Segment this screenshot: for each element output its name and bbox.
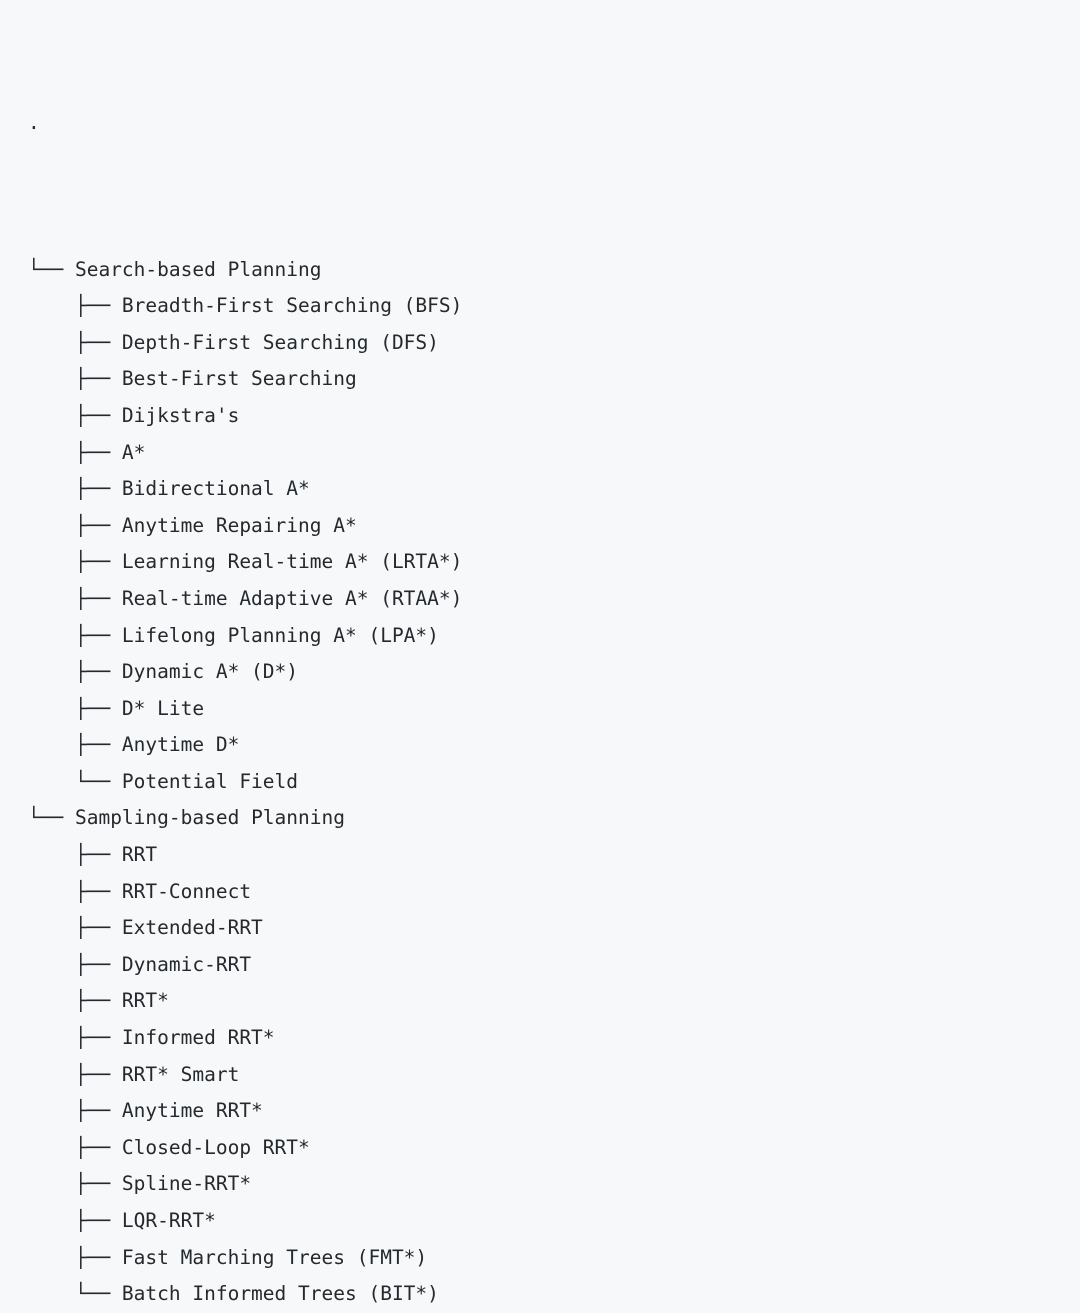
tree-tee-connector-icon: ├── (28, 1026, 122, 1050)
tree-node-label: Dijkstra's (121, 403, 240, 427)
tree-leaf-node[interactable]: ├── Real-time Adaptive A* (RTAA*) (28, 581, 1080, 618)
tree-node-label: Potential Field (121, 769, 299, 793)
tree-leaf-node[interactable]: ├── Fast Marching Trees (FMT*) (28, 1240, 1080, 1277)
tree-tee-connector-icon: ├── (28, 1135, 122, 1159)
tree-node-label: Learning Real-time A* (LRTA*) (121, 550, 463, 574)
tree-elbow-connector-icon: └── (28, 806, 75, 830)
tree-tee-connector-icon: ├── (28, 623, 122, 647)
tree-node-label: Search-based Planning (74, 257, 322, 281)
tree-tee-connector-icon: ├── (28, 660, 122, 684)
tree-leaf-node[interactable]: ├── Breadth-First Searching (BFS) (28, 288, 1080, 325)
tree-root-label: . (28, 111, 40, 135)
tree-node-label: Dynamic A* (D*) (121, 660, 299, 684)
tree-tee-connector-icon: ├── (28, 1172, 122, 1196)
tree-tee-connector-icon: ├── (28, 952, 122, 976)
tree-node-label: Extended-RRT (121, 916, 263, 940)
tree-leaf-node[interactable]: ├── Depth-First Searching (DFS) (28, 325, 1080, 362)
tree-leaf-node[interactable]: ├── Anytime RRT* (28, 1093, 1080, 1130)
tree-leaf-node[interactable]: ├── Anytime D* (28, 727, 1080, 764)
tree-node-label: Breadth-First Searching (BFS) (121, 294, 463, 318)
tree-listing: . └── Search-based Planning ├── Breadth-… (0, 0, 1080, 1313)
tree-tee-connector-icon: ├── (28, 367, 122, 391)
tree-node-label: D* Lite (121, 696, 205, 720)
tree-tee-connector-icon: ├── (28, 330, 122, 354)
tree-leaf-node[interactable]: ├── Dynamic-RRT (28, 947, 1080, 984)
tree-node-label: Best-First Searching (121, 367, 357, 391)
tree-leaf-node[interactable]: ├── Anytime Repairing A* (28, 508, 1080, 545)
tree-elbow-connector-icon: └── (28, 769, 122, 793)
tree-node-label: Anytime D* (121, 733, 240, 757)
tree-node-label: Real-time Adaptive A* (RTAA*) (121, 586, 463, 610)
tree-root-node: . (28, 105, 1080, 142)
tree-node-label: RRT-Connect (121, 879, 252, 903)
tree-node-label: Closed-Loop RRT* (121, 1135, 310, 1159)
tree-leaf-node[interactable]: ├── RRT* Smart (28, 1057, 1080, 1094)
tree-node-label: Informed RRT* (121, 1026, 275, 1050)
tree-node-label: Anytime Repairing A* (121, 513, 357, 537)
tree-leaf-node[interactable]: ├── D* Lite (28, 691, 1080, 728)
tree-tee-connector-icon: ├── (28, 513, 122, 537)
tree-node-label: RRT* Smart (121, 1062, 240, 1086)
tree-node-label: Sampling-based Planning (74, 806, 345, 830)
tree-branch-node[interactable]: └── Search-based Planning (28, 252, 1080, 289)
tree-tee-connector-icon: ├── (28, 1245, 122, 1269)
tree-leaf-node[interactable]: ├── Bidirectional A* (28, 471, 1080, 508)
tree-node-label: Depth-First Searching (DFS) (121, 330, 439, 354)
tree-node-label: A* (121, 440, 146, 464)
tree-tee-connector-icon: ├── (28, 733, 122, 757)
tree-node-label: Lifelong Planning A* (LPA*) (121, 623, 439, 647)
tree-leaf-node[interactable]: ├── Spline-RRT* (28, 1166, 1080, 1203)
tree-node-label: RRT* (121, 989, 169, 1013)
tree-leaf-node[interactable]: ├── Lifelong Planning A* (LPA*) (28, 618, 1080, 655)
tree-tee-connector-icon: ├── (28, 294, 122, 318)
tree-tee-connector-icon: ├── (28, 843, 122, 867)
tree-tee-connector-icon: ├── (28, 403, 122, 427)
tree-tee-connector-icon: ├── (28, 989, 122, 1013)
tree-leaf-node[interactable]: ├── Dynamic A* (D*) (28, 654, 1080, 691)
tree-leaf-node[interactable]: ├── A* (28, 435, 1080, 472)
tree-leaf-node[interactable]: ├── Learning Real-time A* (LRTA*) (28, 544, 1080, 581)
tree-tee-connector-icon: ├── (28, 1099, 122, 1123)
tree-leaf-node[interactable]: └── Batch Informed Trees (BIT*) (28, 1276, 1080, 1313)
tree-tee-connector-icon: ├── (28, 696, 122, 720)
tree-node-label: Batch Informed Trees (BIT*) (121, 1282, 439, 1306)
tree-tee-connector-icon: ├── (28, 550, 122, 574)
tree-tee-connector-icon: ├── (28, 477, 122, 501)
tree-tee-connector-icon: └── (28, 257, 75, 281)
tree-leaf-node[interactable]: ├── LQR-RRT* (28, 1203, 1080, 1240)
tree-tee-connector-icon: ├── (28, 1062, 122, 1086)
tree-leaf-node[interactable]: ├── RRT (28, 837, 1080, 874)
tree-leaf-node[interactable]: ├── Dijkstra's (28, 398, 1080, 435)
tree-leaf-node[interactable]: └── Potential Field (28, 764, 1080, 801)
tree-tee-connector-icon: ├── (28, 916, 122, 940)
tree-tee-connector-icon: ├── (28, 440, 122, 464)
tree-node-label: Dynamic-RRT (121, 952, 252, 976)
tree-tee-connector-icon: ├── (28, 879, 122, 903)
tree-tee-connector-icon: ├── (28, 586, 122, 610)
tree-tee-connector-icon: ├── (28, 1209, 122, 1232)
tree-node-label: Anytime RRT* (121, 1099, 263, 1123)
tree-leaf-node[interactable]: ├── Informed RRT* (28, 1020, 1080, 1057)
tree-elbow-connector-icon: └── (28, 1282, 122, 1306)
tree-node-label: LQR-RRT* (121, 1209, 216, 1232)
tree-leaf-node[interactable]: ├── RRT-Connect (28, 874, 1080, 911)
tree-node-label: RRT (121, 843, 158, 867)
tree-leaf-node[interactable]: ├── Closed-Loop RRT* (28, 1130, 1080, 1167)
tree-branch-node[interactable]: └── Sampling-based Planning (28, 800, 1080, 837)
planning-algorithms-tree: . └── Search-based Planning ├── Breadth-… (0, 0, 1080, 1305)
tree-leaf-node[interactable]: ├── Extended-RRT (28, 910, 1080, 947)
tree-node-label: Fast Marching Trees (FMT*) (121, 1245, 428, 1269)
tree-leaf-node[interactable]: ├── Best-First Searching (28, 361, 1080, 398)
tree-node-label: Spline-RRT* (121, 1172, 252, 1196)
tree-node-label: Bidirectional A* (121, 477, 310, 501)
tree-leaf-node[interactable]: ├── RRT* (28, 983, 1080, 1020)
